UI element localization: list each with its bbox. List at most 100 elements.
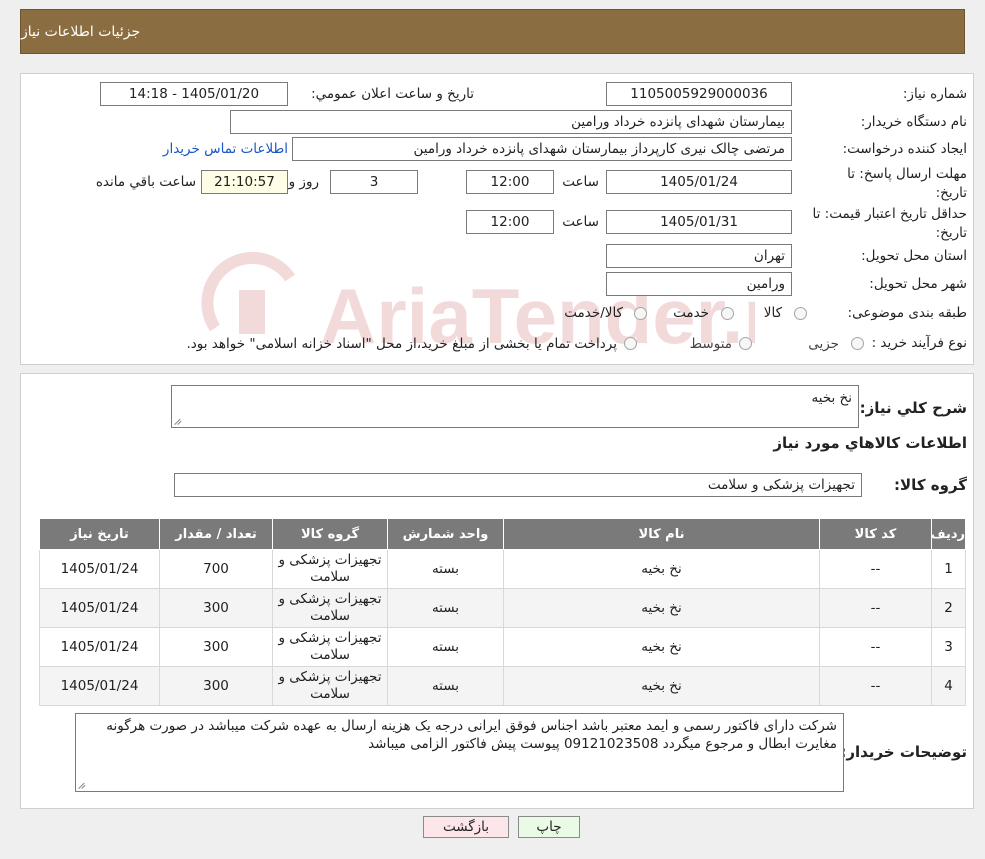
col-header-unit: واحد شمارش bbox=[387, 518, 504, 550]
table-row: 2 -- نخ بخیه بسته تجهیزات پزشکی و سلامت … bbox=[39, 588, 966, 628]
items-table: رديف کد کالا نام کالا واحد شمارش گروه کا… bbox=[39, 518, 966, 706]
cell-item-code: -- bbox=[819, 666, 932, 706]
purchase-radio-medium[interactable] bbox=[739, 337, 752, 350]
category-radio-goods[interactable] bbox=[794, 307, 807, 320]
cell-unit: بسته bbox=[387, 549, 504, 589]
summary-textarea: نخ بخیه bbox=[171, 385, 859, 428]
cell-quantity: 300 bbox=[159, 627, 273, 667]
cell-row-number: 3 bbox=[931, 627, 966, 667]
buyer-notes-label: توضيحات خريدار: bbox=[840, 743, 967, 761]
need-number-label: شماره نیاز: bbox=[902, 86, 967, 102]
cell-quantity: 300 bbox=[159, 666, 273, 706]
category-label: طبقه بندی موضوعی: bbox=[847, 305, 967, 321]
col-header-quantity: تعداد / مقدار bbox=[159, 518, 273, 550]
province-field: تهران bbox=[606, 244, 792, 268]
cell-item-code: -- bbox=[819, 627, 932, 667]
watermark-bar bbox=[239, 290, 265, 334]
table-row: 4 -- نخ بخیه بسته تجهیزات پزشکی و سلامت … bbox=[39, 666, 966, 706]
reply-deadline-label-line1: مهلت ارسال پاسخ: تا bbox=[847, 166, 967, 182]
price-validity-label-line1: حداقل تاريخ اعتبار قيمت: تا bbox=[812, 206, 967, 222]
cell-item-group: تجهیزات پزشکی و سلامت bbox=[272, 549, 388, 589]
group-field: تجهیزات پزشکی و سلامت bbox=[174, 473, 862, 497]
cell-need-date: 1405/01/24 bbox=[39, 588, 160, 628]
announce-datetime-label: تاریخ و ساعت اعلان عمومي: bbox=[311, 86, 474, 102]
cell-item-name: نخ بخیه bbox=[503, 549, 820, 589]
page-title: جزئیات اطلاعات نیاز bbox=[21, 23, 141, 40]
purchase-radio-treasury[interactable] bbox=[624, 337, 637, 350]
cell-item-code: -- bbox=[819, 549, 932, 589]
cell-need-date: 1405/01/24 bbox=[39, 549, 160, 589]
cell-quantity: 300 bbox=[159, 588, 273, 628]
table-row: 1 -- نخ بخیه بسته تجهیزات پزشکی و سلامت … bbox=[39, 549, 966, 589]
summary-label: شرح كلي نياز: bbox=[859, 399, 967, 417]
purchase-type-label: نوع فرآيند خريد : bbox=[871, 335, 967, 351]
city-label: شهر محل تحويل: bbox=[869, 276, 967, 292]
purchase-note: پرداخت تمام یا بخشی از مبلغ خرید،از محل … bbox=[186, 336, 617, 352]
purchase-option-medium: متوسط bbox=[689, 336, 732, 352]
category-radio-service[interactable] bbox=[721, 307, 734, 320]
col-header-item-name: نام کالا bbox=[503, 518, 820, 550]
table-header-row: رديف کد کالا نام کالا واحد شمارش گروه کا… bbox=[39, 518, 966, 550]
cell-row-number: 2 bbox=[931, 588, 966, 628]
remaining-time-field: 21:10:57 bbox=[201, 170, 288, 194]
purchase-option-minor: جزیی bbox=[808, 336, 839, 352]
reply-time-label: ساعت bbox=[562, 174, 599, 190]
reply-time-field: 12:00 bbox=[466, 170, 554, 194]
validity-date-field: 1405/01/31 bbox=[606, 210, 792, 234]
cell-item-name: نخ بخیه bbox=[503, 627, 820, 667]
cell-unit: بسته bbox=[387, 627, 504, 667]
cell-quantity: 700 bbox=[159, 549, 273, 589]
days-remaining-field: 3 bbox=[330, 170, 418, 194]
cell-row-number: 4 bbox=[931, 666, 966, 706]
page-header: جزئیات اطلاعات نیاز bbox=[20, 9, 965, 54]
requester-field: مرتضی چالک نیری کارپرداز بیمارستان شهدای… bbox=[292, 137, 792, 161]
purchase-radio-minor[interactable] bbox=[851, 337, 864, 350]
cell-item-name: نخ بخیه bbox=[503, 588, 820, 628]
col-header-item-code: کد کالا bbox=[819, 518, 932, 550]
buyer-notes-text: شرکت دارای فاکتور رسمی و ایمد معتبر باشد… bbox=[106, 718, 837, 752]
cell-row-number: 1 bbox=[931, 549, 966, 589]
price-validity-label: حداقل تاريخ اعتبار قيمت: تا تاريخ: bbox=[813, 205, 967, 243]
print-button[interactable]: چاپ bbox=[518, 816, 580, 838]
items-heading: اطلاعات کالاهاي مورد نياز bbox=[773, 434, 967, 452]
summary-text: نخ بخیه bbox=[811, 390, 852, 406]
days-label: روز و bbox=[288, 174, 319, 190]
group-label: گروه کالا: bbox=[894, 476, 967, 494]
cell-item-group: تجهیزات پزشکی و سلامت bbox=[272, 627, 388, 667]
cell-item-group: تجهیزات پزشکی و سلامت bbox=[272, 588, 388, 628]
col-header-item-group: گروه کالا bbox=[272, 518, 388, 550]
price-validity-label-line2: تاريخ: bbox=[935, 225, 967, 241]
reply-deadline-label-line2: تاريخ: bbox=[935, 185, 967, 201]
cell-item-code: -- bbox=[819, 588, 932, 628]
validity-time-field: 12:00 bbox=[466, 210, 554, 234]
cell-need-date: 1405/01/24 bbox=[39, 666, 160, 706]
category-radio-goods-service[interactable] bbox=[634, 307, 647, 320]
reply-deadline-label: مهلت ارسال پاسخ: تا تاريخ: bbox=[847, 165, 967, 203]
col-header-row-number: رديف bbox=[930, 518, 966, 550]
announce-datetime-field: 1405/01/20 - 14:18 bbox=[100, 82, 288, 106]
buyer-notes-textarea: شرکت دارای فاکتور رسمی و ایمد معتبر باشد… bbox=[75, 713, 844, 792]
cell-item-name: نخ بخیه bbox=[503, 666, 820, 706]
resize-grip-icon bbox=[79, 781, 87, 789]
buyer-org-label: نام دستگاه خريدار: bbox=[860, 114, 967, 130]
remaining-time-label: ساعت باقي مانده bbox=[95, 174, 196, 190]
city-field: ورامین bbox=[606, 272, 792, 296]
cell-unit: بسته bbox=[387, 588, 504, 628]
resize-grip-icon bbox=[175, 417, 183, 425]
buyer-org-field: بیمارستان شهدای پانزده خرداد ورامین bbox=[230, 110, 792, 134]
category-option-service: خدمت bbox=[673, 305, 709, 321]
cell-unit: بسته bbox=[387, 666, 504, 706]
table-row: 3 -- نخ بخیه بسته تجهیزات پزشکی و سلامت … bbox=[39, 627, 966, 667]
col-header-need-date: تاريخ نياز bbox=[39, 518, 160, 550]
back-button[interactable]: بازگشت bbox=[423, 816, 509, 838]
validity-time-label: ساعت bbox=[562, 214, 599, 230]
cell-need-date: 1405/01/24 bbox=[39, 627, 160, 667]
need-number-field: 1105005929000036 bbox=[606, 82, 792, 106]
requester-label: ايجاد کننده درخواست: bbox=[842, 141, 967, 157]
reply-date-field: 1405/01/24 bbox=[606, 170, 792, 194]
buyer-contact-link[interactable]: اطلاعات تماس خريدار bbox=[163, 141, 288, 157]
province-label: استان محل تحويل: bbox=[861, 248, 967, 264]
category-option-goods-service: کالا/خدمت bbox=[564, 305, 623, 321]
category-option-goods: کالا bbox=[763, 305, 782, 321]
cell-item-group: تجهیزات پزشکی و سلامت bbox=[272, 666, 388, 706]
